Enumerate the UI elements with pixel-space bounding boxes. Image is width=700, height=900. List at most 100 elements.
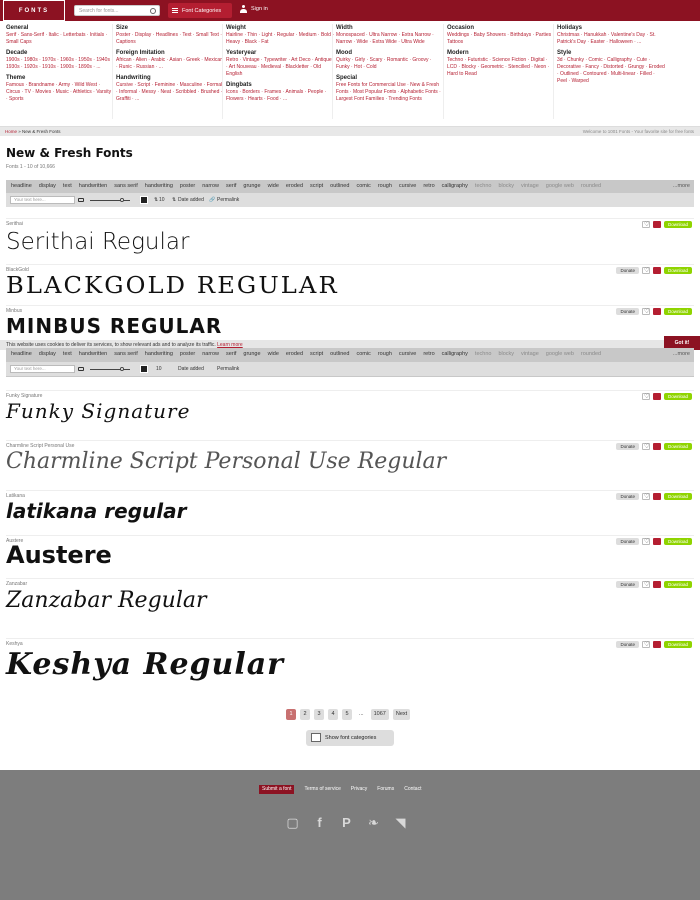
filter-tag[interactable]: grunge — [243, 183, 260, 191]
donate-button[interactable]: Donate — [616, 267, 639, 274]
menu-group-title[interactable]: Modern — [447, 49, 555, 57]
filter-tag[interactable]: poster — [180, 351, 195, 359]
tag-icon[interactable] — [652, 641, 661, 648]
filter-tag[interactable]: blocky — [498, 351, 514, 359]
filter-tag[interactable]: cursive — [399, 183, 416, 191]
filter-tag[interactable]: sans serif — [114, 183, 138, 191]
font-name[interactable]: Zanzabar — [6, 581, 27, 587]
filter-tag[interactable]: rough — [378, 351, 392, 359]
menu-group-title[interactable]: Occasion — [447, 24, 555, 32]
menu-group-links[interactable]: Cursive · Script · Feminine · Masculine … — [116, 82, 224, 103]
tag-icon[interactable] — [652, 393, 661, 400]
sign-in-link[interactable]: Sign in — [240, 5, 268, 13]
heart-icon[interactable] — [641, 393, 650, 400]
filter-tag[interactable]: script — [310, 183, 323, 191]
heart-icon[interactable] — [641, 538, 650, 545]
filter-tag[interactable]: headline — [11, 351, 32, 359]
menu-group-links[interactable]: Retro · Vintage · Typewriter · Art Deco … — [226, 57, 334, 78]
donate-button[interactable]: Donate — [616, 308, 639, 315]
download-button[interactable]: Download — [663, 393, 692, 400]
filter-tag[interactable]: serif — [226, 351, 236, 359]
font-preview[interactable]: Charmline Script Personal Use Regular — [6, 449, 446, 474]
filter-tag[interactable]: eroded — [286, 351, 303, 359]
sticky-size-value[interactable]: 10 — [156, 366, 162, 372]
donate-button[interactable]: Donate — [616, 443, 639, 450]
menu-group-links[interactable]: 3d · Chunky · Comic · Calligraphy · Cute… — [557, 57, 665, 85]
filter-tag[interactable]: grunge — [243, 351, 260, 359]
rss-icon[interactable]: ◥ — [392, 814, 409, 831]
filter-tag[interactable]: calligraphy — [442, 351, 468, 359]
site-logo[interactable]: FONTS — [3, 0, 65, 21]
download-button[interactable]: Download — [663, 267, 692, 274]
pinterest-icon[interactable]: P — [338, 814, 355, 831]
font-preview[interactable]: Funky Signature — [6, 399, 190, 423]
donate-button[interactable]: Donate — [616, 581, 639, 588]
menu-group-title[interactable]: Holidays — [557, 24, 665, 32]
font-preview[interactable]: Serithai Regular — [6, 229, 189, 255]
sticky-size-slider-knob[interactable] — [120, 367, 124, 371]
menu-group-links[interactable]: Weddings · Baby Showers · Birthdays · Pa… — [447, 32, 555, 46]
menu-group-links[interactable]: Hairline · Thin · Light · Regular · Medi… — [226, 32, 334, 46]
donate-button[interactable]: Donate — [616, 493, 639, 500]
sticky-size-slider[interactable] — [90, 369, 130, 370]
filter-tag[interactable]: narrow — [202, 351, 219, 359]
footer-link[interactable]: Forums — [377, 785, 394, 794]
heart-icon[interactable] — [641, 641, 650, 648]
sticky-preview-input[interactable]: Your text here... — [10, 365, 75, 373]
filter-tag[interactable]: handwritten — [79, 183, 107, 191]
menu-group-title[interactable]: General — [6, 24, 114, 32]
page-link[interactable]: 4 — [328, 709, 338, 720]
heart-icon[interactable] — [641, 443, 650, 450]
filter-tag[interactable]: wide — [268, 351, 279, 359]
menu-group-title[interactable]: Weight — [226, 24, 334, 32]
filter-tag[interactable]: headline — [11, 183, 32, 191]
heart-icon[interactable] — [641, 493, 650, 500]
breadcrumb-home[interactable]: Home — [5, 129, 17, 134]
size-slider-knob[interactable] — [120, 198, 124, 202]
filter-tag[interactable]: wide — [268, 183, 279, 191]
sticky-color-picker-icon[interactable] — [140, 365, 148, 373]
filter-tag[interactable]: handwriting — [145, 351, 173, 359]
sticky-sort-select[interactable]: Date added — [178, 366, 204, 372]
filter-tag[interactable]: retro — [423, 351, 434, 359]
tag-icon[interactable] — [652, 493, 661, 500]
filter-tag[interactable]: display — [39, 351, 56, 359]
filter-tag[interactable]: google web — [546, 183, 574, 191]
filter-tag[interactable]: techno — [475, 351, 492, 359]
filter-tag[interactable]: eroded — [286, 183, 303, 191]
filter-tag[interactable]: cursive — [399, 351, 416, 359]
download-button[interactable]: Download — [663, 308, 692, 315]
show-categories-button[interactable]: Show font categories — [306, 730, 394, 746]
download-button[interactable]: Download — [663, 221, 692, 228]
tag-icon[interactable] — [78, 198, 84, 202]
font-preview[interactable]: BLACKGOLD REGULAR — [6, 273, 339, 299]
footer-link[interactable]: Contact — [404, 785, 421, 794]
twitter-icon[interactable]: ❧ — [365, 814, 382, 831]
tag-icon[interactable] — [652, 221, 661, 228]
permalink-link[interactable]: Permalink — [217, 197, 239, 203]
donate-button[interactable]: Donate — [616, 641, 639, 648]
sticky-tag-icon[interactable] — [78, 367, 84, 371]
facebook-icon[interactable]: f — [311, 814, 328, 831]
filter-tag[interactable]: serif — [226, 183, 236, 191]
footer-link[interactable]: Privacy — [351, 785, 367, 794]
next-page-button[interactable]: Next — [392, 709, 411, 720]
sticky-permalink-link[interactable]: Permalink — [217, 366, 239, 372]
menu-group-links[interactable]: Christmas · Hanukkah · Valentine's Day ·… — [557, 32, 665, 46]
download-button[interactable]: Download — [663, 493, 692, 500]
menu-group-links[interactable]: Quirky · Girly · Scary · Romantic · Groo… — [336, 57, 444, 71]
filter-tag[interactable]: outlined — [330, 183, 349, 191]
tag-icon[interactable] — [652, 581, 661, 588]
filter-tag[interactable]: google web — [546, 351, 574, 359]
page-link[interactable]: 1067 — [370, 709, 389, 720]
filter-tag[interactable]: narrow — [202, 183, 219, 191]
menu-group-links[interactable]: Monospaced · Ultra Narrow · Extra Narrow… — [336, 32, 444, 46]
menu-group-title[interactable]: Special — [336, 74, 444, 82]
menu-group-title[interactable]: Size — [116, 24, 224, 32]
search-icon[interactable] — [150, 8, 156, 14]
menu-group-title[interactable]: Decade — [6, 49, 114, 57]
menu-group-title[interactable]: Mood — [336, 49, 444, 57]
filter-tag[interactable]: comic — [356, 183, 370, 191]
menu-group-links[interactable]: Serif · Sans-Serif · Italic · Letterbats… — [6, 32, 114, 46]
filter-tag[interactable]: handwritten — [79, 351, 107, 359]
